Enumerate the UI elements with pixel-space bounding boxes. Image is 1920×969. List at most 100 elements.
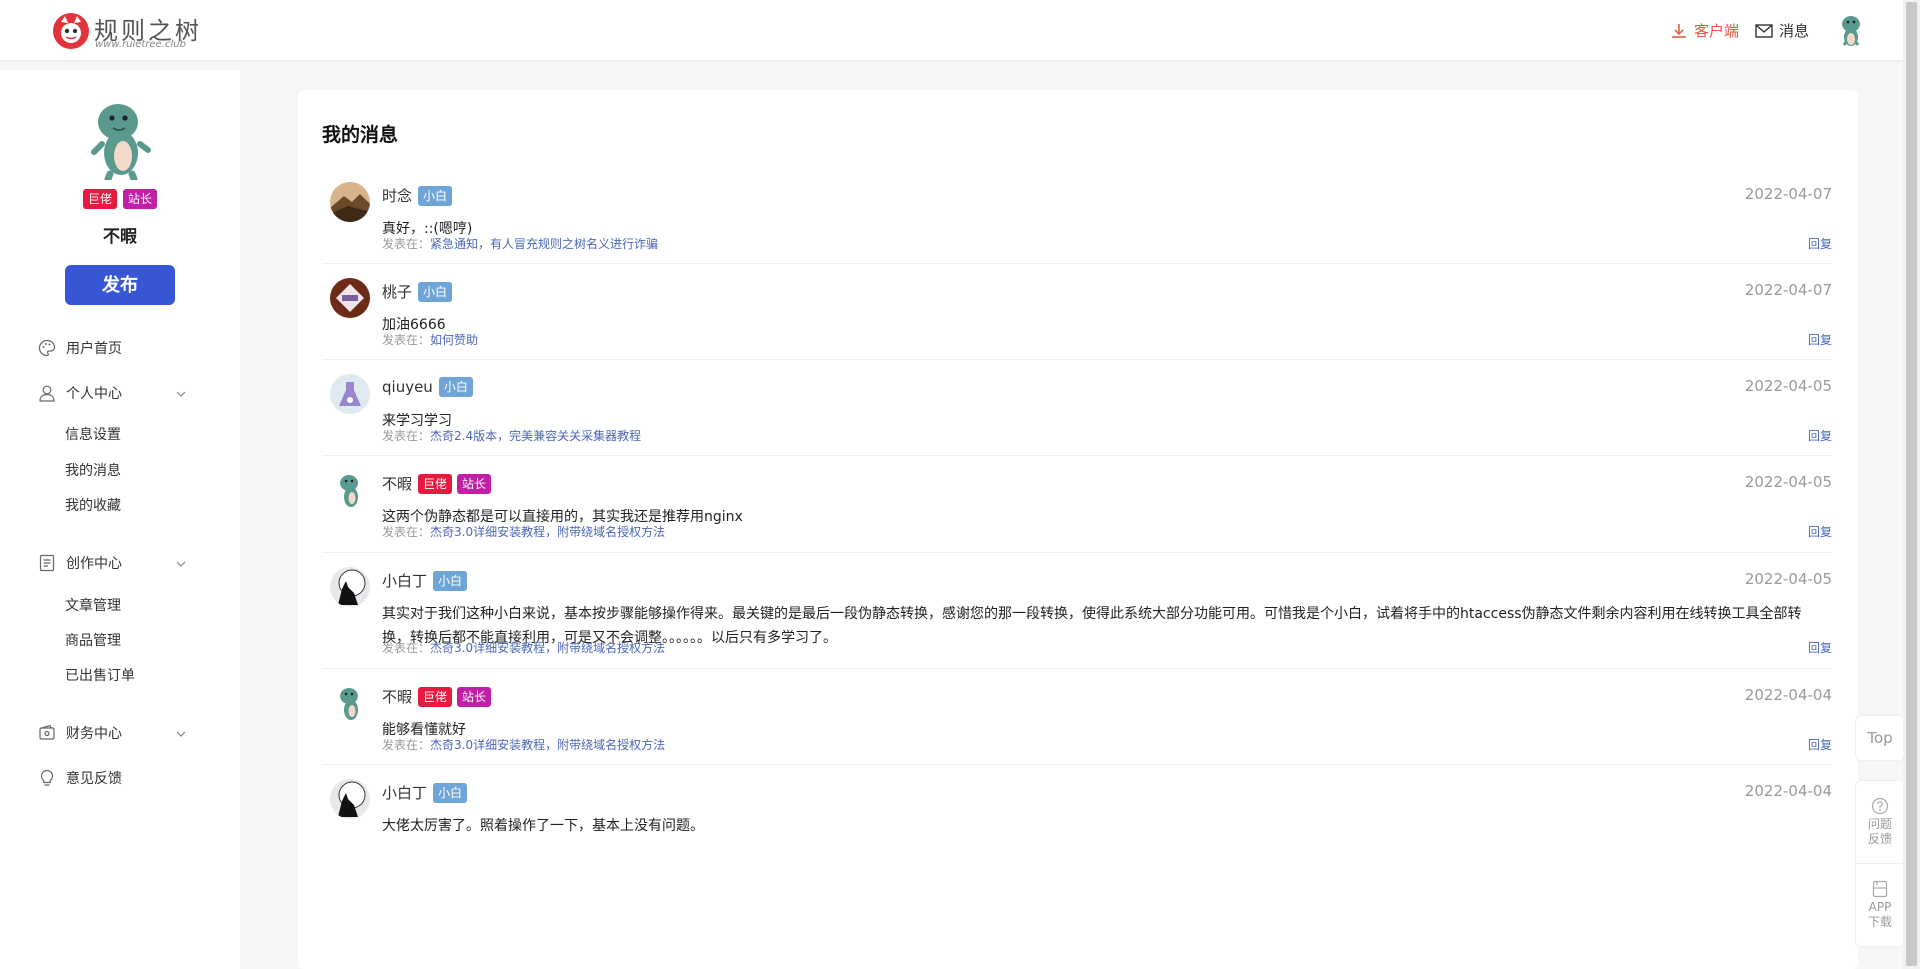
nav-feedback-label: 意见反馈 [66, 771, 122, 787]
source-article-link[interactable]: 杰奇2.4版本，完美兼容关关采集器教程 [430, 429, 641, 443]
app-download-label: APP下载 [1867, 900, 1892, 929]
nav-article-management[interactable]: 文章管理 [65, 595, 121, 615]
author-name[interactable]: qiuyeu [382, 378, 433, 396]
message-item: qiuyeu 小白 2022-04-05 来学习学习 发表在：杰奇2.4版本，完美兼容关… [322, 360, 1832, 456]
author-name[interactable]: 桃子 [382, 281, 412, 302]
nav-sold-orders[interactable]: 已出售订单 [65, 665, 135, 685]
nav-finance-center[interactable]: 财务中心 [38, 723, 122, 743]
message-item: 桃子 小白 2022-04-07 加油6666 发表在：如何赞助 回复 [322, 264, 1832, 360]
message-author: 不暇 巨佬 站长 [382, 686, 492, 707]
reply-button[interactable]: 回复 [1808, 427, 1832, 444]
client-download-link[interactable]: 客户端 [1670, 20, 1739, 41]
nav-creation-center[interactable]: 创作中心 [38, 553, 122, 573]
message-avatar[interactable] [330, 779, 370, 819]
author-tag: 小白 [438, 377, 473, 397]
chevron-down-icon[interactable] [175, 558, 187, 570]
chevron-down-icon[interactable] [175, 728, 187, 740]
message-item: 不暇 巨佬 站长 2022-04-05 这两个伪静态都是可以直接用的，其实我还是推荐用n… [322, 456, 1832, 553]
author-name[interactable]: 不暇 [382, 473, 412, 494]
nav-personal-center[interactable]: 个人中心 [38, 383, 122, 403]
messages-link[interactable]: 消息 [1755, 20, 1809, 41]
message-avatar[interactable] [330, 470, 370, 510]
messages-panel: 我的消息 时念 小白 2022-04-07 真好，::(嗯哼) 发表在：紧急通知，有人冒… [298, 90, 1858, 969]
badge-giant: 巨佬 [82, 189, 117, 209]
author-tag: 巨佬 [418, 473, 453, 494]
nav-my-favorites[interactable]: 我的收藏 [65, 495, 121, 515]
badge-admin: 站长 [123, 189, 158, 209]
message-date: 2022-04-04 [1744, 686, 1832, 704]
publish-button[interactable]: 发布 [65, 265, 175, 305]
message-item: 小白丁 小白 2022-04-05 其实对于我们这种小白来说，基本按步骤能够操作得来。… [322, 553, 1832, 669]
message-author: 桃子 小白 [382, 281, 453, 302]
nav-user-home[interactable]: 用户首页 [38, 338, 122, 358]
logo-icon [53, 13, 89, 49]
message-item: 时念 小白 2022-04-07 真好，::(嗯哼) 发表在：紧急通知，有人冒充规则之树… [322, 168, 1832, 264]
message-avatar[interactable] [330, 374, 370, 414]
nav-info-settings[interactable]: 信息设置 [65, 424, 121, 444]
reply-button[interactable]: 回复 [1808, 523, 1832, 540]
author-tag: 小白 [433, 782, 468, 803]
message-source: 发表在：紧急通知，有人冒充规则之树名义进行诈骗 [382, 235, 658, 252]
message-avatar[interactable] [330, 182, 370, 222]
nav-my-messages[interactable]: 我的消息 [65, 460, 121, 480]
source-prefix: 发表在： [382, 333, 431, 347]
nav-personal-center-label: 个人中心 [66, 386, 122, 402]
author-tag: 小白 [418, 185, 453, 206]
page-title: 我的消息 [322, 124, 399, 146]
mail-icon [1755, 23, 1773, 38]
message-item: 小白丁 小白 2022-04-04 大佬太厉害了。照着操作了一下，基本上没有问题。 [322, 765, 1832, 835]
source-prefix: 发表在： [382, 525, 431, 539]
message-avatar[interactable] [330, 567, 370, 607]
author-tag: 巨佬 [418, 686, 453, 707]
message-avatar[interactable] [330, 278, 370, 318]
message-author: 时念 小白 [382, 185, 453, 206]
profile-avatar[interactable] [84, 98, 156, 180]
nav-feedback[interactable]: 意见反馈 [38, 768, 122, 788]
message-avatar[interactable] [330, 683, 370, 723]
question-icon [1871, 797, 1889, 815]
messages-label: 消息 [1779, 22, 1810, 40]
page-scrollbar[interactable] [1903, 0, 1920, 969]
back-to-top-button[interactable]: Top [1855, 715, 1905, 761]
source-article-link[interactable]: 杰奇3.0详细安装教程，附带绕域名授权方法 [430, 641, 665, 655]
message-date: 2022-04-07 [1744, 185, 1832, 203]
nav-product-management[interactable]: 商品管理 [65, 630, 121, 650]
author-name[interactable]: 时念 [382, 185, 412, 206]
message-date: 2022-04-05 [1744, 473, 1832, 491]
site-logo[interactable]: 规则之树 www.ruletree.club [52, 10, 212, 50]
source-article-link[interactable]: 杰奇3.0详细安装教程，附带绕域名授权方法 [430, 525, 665, 539]
user-badges: 巨佬 站长 [0, 189, 240, 209]
user-avatar[interactable] [1833, 12, 1869, 48]
author-tag: 小白 [433, 570, 468, 591]
user-icon [39, 385, 55, 402]
wallet-icon [39, 724, 55, 740]
logo-url: www.ruletree.club [95, 39, 186, 50]
source-article-link[interactable]: 紧急通知，有人冒充规则之树名义进行诈骗 [430, 237, 658, 251]
author-tag: 小白 [418, 281, 453, 302]
source-prefix: 发表在： [382, 641, 431, 655]
app-download-button[interactable]: APP下载 [1856, 863, 1904, 946]
feedback-button[interactable]: 问题反馈 [1856, 781, 1904, 863]
reply-button[interactable]: 回复 [1808, 235, 1832, 252]
author-name[interactable]: 小白丁 [382, 782, 427, 803]
reply-button[interactable]: 回复 [1808, 331, 1832, 348]
chevron-down-icon[interactable] [175, 388, 187, 400]
message-date: 2022-04-05 [1744, 377, 1832, 395]
message-author: 不暇 巨佬 站长 [382, 473, 492, 494]
message-author: 小白丁 小白 [382, 782, 468, 803]
floating-toolbar: 问题反馈 APP下载 [1855, 780, 1905, 947]
client-label: 客户端 [1694, 22, 1740, 40]
message-author: qiuyeu 小白 [382, 377, 473, 397]
palette-icon [38, 339, 56, 357]
message-source: 发表在：杰奇3.0详细安装教程，附带绕域名授权方法 [382, 523, 665, 540]
source-article-link[interactable]: 杰奇3.0详细安装教程，附带绕域名授权方法 [430, 738, 665, 752]
source-prefix: 发表在： [382, 738, 431, 752]
source-article-link[interactable]: 如何赞助 [430, 333, 478, 347]
author-name[interactable]: 小白丁 [382, 570, 427, 591]
author-name[interactable]: 不暇 [382, 686, 412, 707]
message-date: 2022-04-05 [1744, 570, 1832, 588]
reply-button[interactable]: 回复 [1808, 639, 1832, 656]
message-source: 发表在：杰奇3.0详细安装教程，附带绕域名授权方法 [382, 736, 665, 753]
reply-button[interactable]: 回复 [1808, 736, 1832, 753]
download-icon [1672, 23, 1686, 38]
